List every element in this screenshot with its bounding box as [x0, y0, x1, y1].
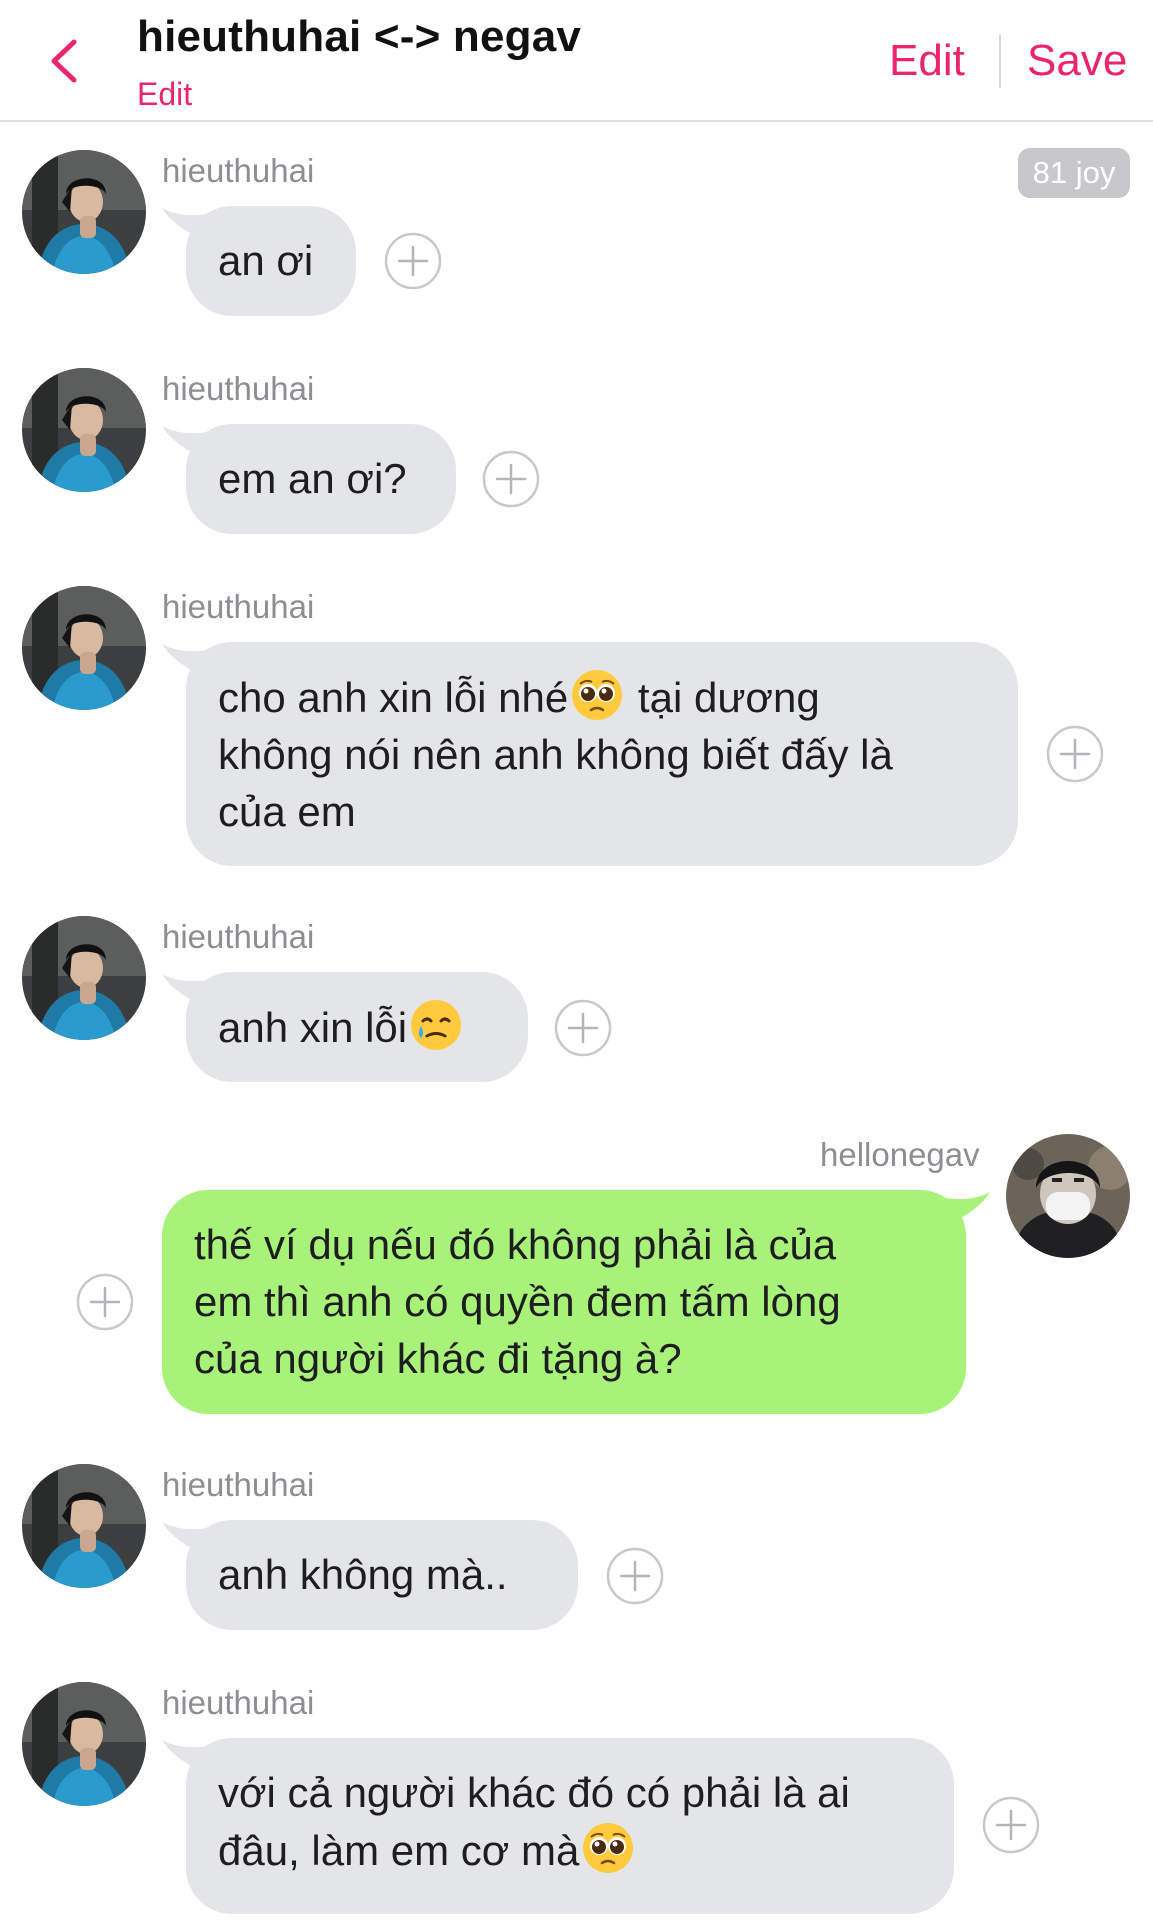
- sender-name: hieuthuhai: [162, 152, 315, 189]
- message-text: cho anh xin lỗi nhé: [218, 674, 569, 721]
- message-text-line: của người khác đi tặng à?: [194, 1335, 682, 1382]
- message-text-line: không nói nên anh không biết đấy là: [218, 731, 893, 778]
- message-bubble[interactable]: với cả người khác đó có phải là ai đâu, …: [186, 1738, 954, 1914]
- pleading-face-icon: [581, 1821, 635, 1875]
- message-text-line: em thì anh có quyền đem tấm lòng: [194, 1278, 841, 1325]
- add-reaction-icon[interactable]: [606, 1547, 664, 1605]
- edit-button[interactable]: Edit: [889, 36, 965, 86]
- add-reaction-icon[interactable]: [384, 232, 442, 290]
- message-bubble[interactable]: anh không mà..: [186, 1520, 578, 1630]
- message-bubble[interactable]: em an ơi?: [186, 424, 456, 534]
- conversation-title: hieuthuhai <-> negav: [137, 12, 582, 61]
- header-divider: [999, 34, 1001, 88]
- message-text: em an ơi?: [218, 455, 407, 502]
- sender-name: hieuthuhai: [162, 1466, 315, 1503]
- add-reaction-icon[interactable]: [482, 450, 540, 508]
- sender-name: hellonegav: [820, 1136, 980, 1173]
- message-text: an ơi: [218, 237, 314, 284]
- message-text: tại dương: [626, 674, 820, 721]
- message-text: anh xin lỗi: [218, 1004, 408, 1051]
- message-bubble[interactable]: cho anh xin lỗi nhé tại dương không nói …: [186, 642, 1018, 866]
- avatar[interactable]: [22, 1682, 146, 1806]
- joy-count-badge: 81 joy: [1018, 148, 1130, 198]
- message-text-line: thế ví dụ nếu đó không phải là của: [194, 1221, 837, 1268]
- sender-name: hieuthuhai: [162, 1684, 315, 1721]
- save-button[interactable]: Save: [1027, 36, 1127, 86]
- back-chevron-icon[interactable]: [44, 36, 84, 86]
- nav-bar: hieuthuhai <-> negav Edit Edit Save: [0, 0, 1153, 122]
- add-reaction-icon[interactable]: [76, 1273, 134, 1331]
- message-text: anh không mà..: [218, 1551, 508, 1598]
- avatar[interactable]: [22, 150, 146, 274]
- message-text-line: của em: [218, 788, 356, 835]
- title-edit-link[interactable]: Edit: [137, 76, 192, 113]
- avatar[interactable]: [22, 1464, 146, 1588]
- message-text-line: đâu, làm em cơ mà: [218, 1821, 922, 1879]
- message-bubble[interactable]: thế ví dụ nếu đó không phải là của em th…: [162, 1190, 966, 1414]
- add-reaction-icon[interactable]: [982, 1796, 1040, 1854]
- pleading-face-icon: [570, 668, 624, 722]
- avatar[interactable]: [22, 368, 146, 492]
- message-text-line: cho anh xin lỗi nhé tại dương: [218, 668, 986, 726]
- sender-name: hieuthuhai: [162, 588, 315, 625]
- avatar[interactable]: [22, 916, 146, 1040]
- add-reaction-icon[interactable]: [1046, 725, 1104, 783]
- avatar[interactable]: [22, 586, 146, 710]
- message-text: đâu, làm em cơ mà: [218, 1827, 580, 1874]
- sender-name: hieuthuhai: [162, 370, 315, 407]
- crying-smile-icon: [409, 998, 463, 1052]
- add-reaction-icon[interactable]: [554, 999, 612, 1057]
- message-bubble[interactable]: anh xin lỗi: [186, 972, 528, 1082]
- avatar[interactable]: [1006, 1134, 1130, 1258]
- message-bubble[interactable]: an ơi: [186, 206, 356, 316]
- sender-name: hieuthuhai: [162, 918, 315, 955]
- message-text-line: với cả người khác đó có phải là ai: [218, 1769, 850, 1816]
